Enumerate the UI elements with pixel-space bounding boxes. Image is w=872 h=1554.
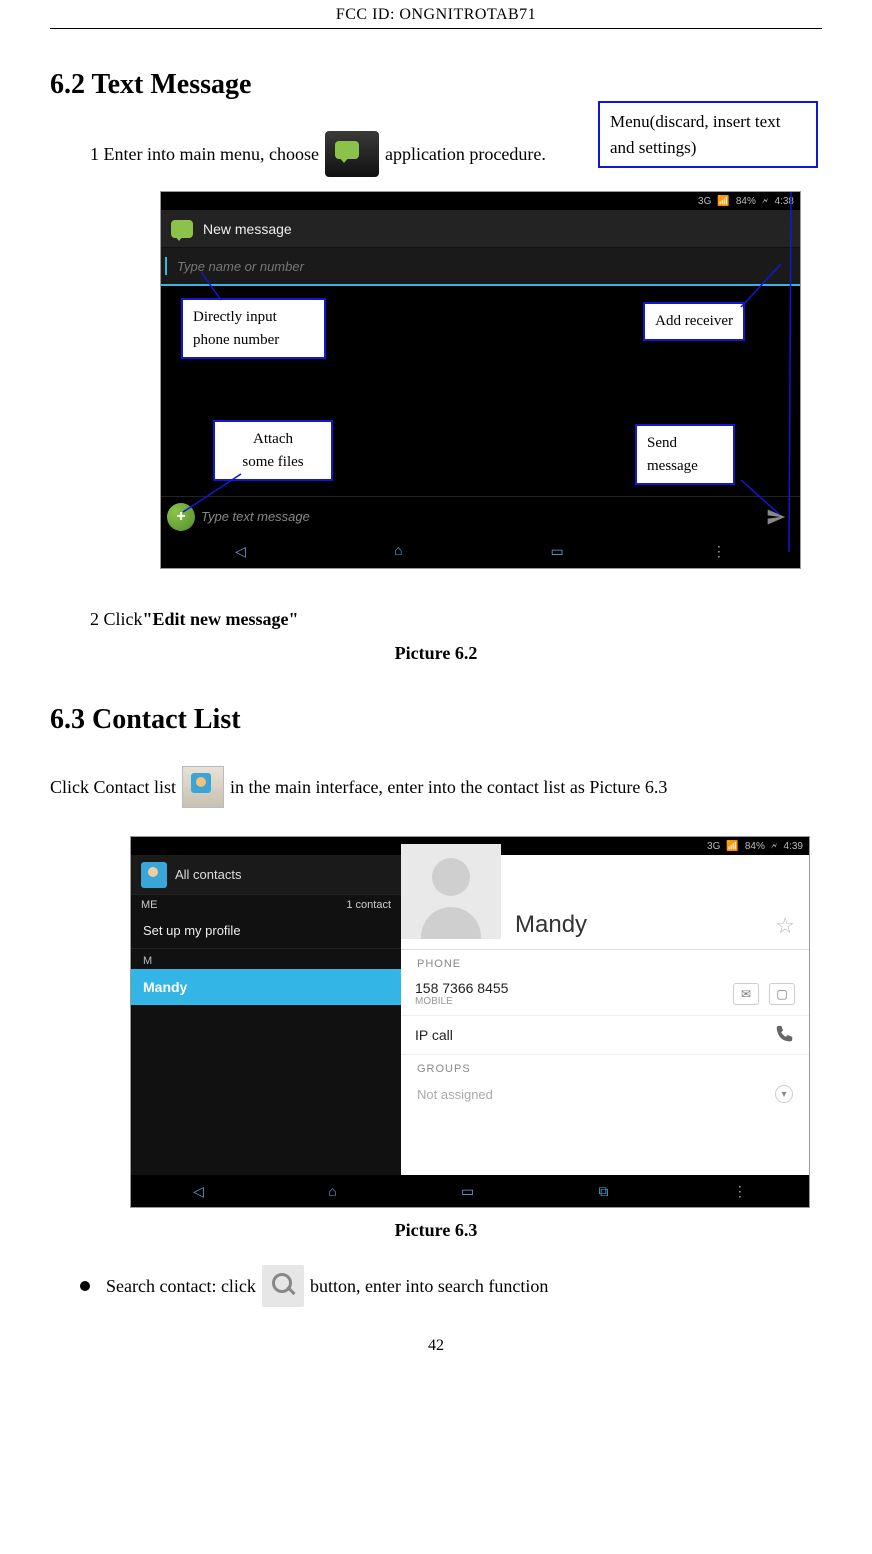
status-battery-2: 84% [745, 841, 765, 852]
recipient-row[interactable]: Type name or number [161, 248, 800, 286]
heading-6-3: 6.3 Contact List [50, 704, 822, 736]
attach-button[interactable]: + [167, 503, 195, 531]
nav-recent-icon[interactable]: ▭ [551, 544, 564, 561]
step-2-pre: 2 Click [90, 603, 143, 635]
heading-6-2: 6.2 Text Message [50, 69, 822, 101]
contacts-left-pane: All contacts ME 1 contact Set up my prof… [131, 855, 401, 1175]
nav-home-icon-2[interactable]: ⌂ [328, 1183, 336, 1199]
phone-number: 158 7366 8455 [415, 980, 723, 996]
contact-count: 1 contact [346, 899, 391, 911]
message-input[interactable]: Type text message [201, 509, 752, 524]
setup-profile[interactable]: Set up my profile [131, 913, 401, 949]
status-time: 4:38 [775, 196, 794, 207]
bullet-icon [80, 1281, 90, 1291]
compose-row: + Type text message [161, 496, 800, 536]
chevron-down-icon[interactable]: ▾ [775, 1085, 793, 1103]
step-1-pre: 1 Enter into main menu, choose [90, 138, 319, 170]
sms-action-icon[interactable]: ✉ [733, 983, 759, 1005]
search-bullet: Search contact: click button, enter into… [80, 1265, 822, 1307]
avatar [401, 844, 501, 939]
not-assigned-text: Not assigned [417, 1087, 493, 1102]
contact-detail-pane: Mandy ☆ PHONE 158 7366 8455 MOBILE ✉ ▢ I… [401, 855, 809, 1175]
nav-bar-2: ◁ ⌂ ▭ ⧉ ⋮ [131, 1175, 809, 1207]
send-button[interactable] [758, 499, 794, 535]
callout-menu: Menu(discard, insert text and settings) [598, 101, 818, 168]
step-1-post: application procedure. [385, 138, 546, 170]
phone-section-label: PHONE [401, 950, 809, 972]
search-icon [262, 1265, 304, 1307]
app-title: New message [203, 221, 292, 237]
messaging-app-icon [325, 131, 379, 177]
callout-attach: Attach some files [213, 420, 333, 481]
ip-call-label: IP call [415, 1027, 763, 1043]
app-header: New message [161, 210, 800, 248]
status-time-2: 4:39 [784, 841, 803, 852]
contact-list-para: Click Contact list in the main interface… [50, 766, 822, 808]
status-net-2: 3G [707, 841, 720, 852]
page-number: 42 [50, 1337, 822, 1365]
phone-row[interactable]: 158 7366 8455 MOBILE ✉ ▢ [401, 972, 809, 1016]
step-2: 2 Click "Edit new message" [90, 603, 822, 635]
step-2-bold: "Edit new message" [143, 603, 299, 635]
me-row: ME 1 contact [131, 895, 401, 913]
nav-back-icon[interactable]: ◁ [235, 544, 246, 561]
callout-menu-text: Menu(discard, insert text and settings) [610, 112, 780, 157]
me-label: ME [141, 899, 158, 911]
nav-bar: ◁ ⌂ ▭ ⋮ [161, 536, 800, 568]
ip-call-row[interactable]: IP call [401, 1016, 809, 1055]
nav-screenshot-icon[interactable]: ⧉ [599, 1183, 609, 1200]
contacts-header[interactable]: All contacts [131, 855, 401, 895]
nav-back-icon-2[interactable]: ◁ [193, 1183, 204, 1200]
caption-6-2: Picture 6.2 [50, 643, 822, 664]
favorite-star-icon[interactable]: ☆ [775, 913, 795, 939]
status-battery-icon-2: 🗲 [771, 841, 778, 852]
contact-para-post: in the main interface, enter into the co… [230, 770, 667, 804]
nav-home-icon[interactable]: ⌂ [394, 544, 402, 560]
contacts-app-icon [182, 766, 224, 808]
callout-add-receiver-text: Add receiver [655, 313, 733, 329]
callout-attach-l2: some files [225, 451, 321, 474]
status-signal-icon-2: 📶 [726, 841, 738, 852]
dial-icon[interactable] [773, 1024, 795, 1046]
messaging-bubble-icon [171, 220, 193, 238]
status-net-icon: 3G [698, 196, 711, 207]
contacts-header-text: All contacts [175, 867, 241, 882]
index-letter: M [131, 949, 401, 969]
status-battery-icon: 🗲 [762, 196, 769, 207]
callout-send: Send message [635, 424, 735, 485]
callout-send-l2: message [647, 455, 723, 478]
contact-para-pre: Click Contact list [50, 770, 176, 804]
status-signal-icon: 📶 [717, 196, 729, 207]
contact-detail-header: Mandy ☆ [401, 855, 809, 950]
nav-menu-icon[interactable]: ⋮ [712, 544, 726, 561]
search-bullet-pre: Search contact: click [106, 1276, 256, 1297]
search-bullet-post: button, enter into search function [310, 1276, 548, 1297]
contact-item-selected[interactable]: Mandy [131, 969, 401, 1005]
nav-menu-icon-2[interactable]: ⋮ [733, 1183, 747, 1200]
callout-input-phone-l2: phone number [193, 329, 314, 352]
status-bar: 3G 📶 84% 🗲 4:38 [161, 192, 800, 210]
callout-add-receiver: Add receiver [643, 302, 745, 341]
groups-row[interactable]: Not assigned ▾ [401, 1077, 809, 1111]
recipient-input[interactable]: Type name or number [167, 259, 800, 274]
phone-type: MOBILE [415, 996, 723, 1007]
callout-input-phone-l1: Directly input [193, 306, 314, 329]
callout-input-phone: Directly input phone number [181, 298, 326, 359]
contacts-header-icon [141, 862, 167, 888]
status-battery: 84% [736, 196, 756, 207]
nav-recent-icon-2[interactable]: ▭ [461, 1183, 474, 1200]
screenshot-6-2: 3G 📶 84% 🗲 4:38 New message Type name or… [160, 191, 801, 569]
screenshot-6-3: 3G 📶 84% 🗲 4:39 All contacts ME 1 contac… [130, 836, 810, 1208]
callout-attach-l1: Attach [225, 428, 321, 451]
send-icon [766, 507, 786, 527]
page-header: FCC ID: ONGNITROTAB71 [50, 0, 822, 29]
groups-section-label: GROUPS [401, 1055, 809, 1077]
contact-name: Mandy [515, 911, 761, 939]
callout-send-l1: Send [647, 432, 723, 455]
caption-6-3: Picture 6.3 [50, 1220, 822, 1241]
video-action-icon[interactable]: ▢ [769, 983, 795, 1005]
